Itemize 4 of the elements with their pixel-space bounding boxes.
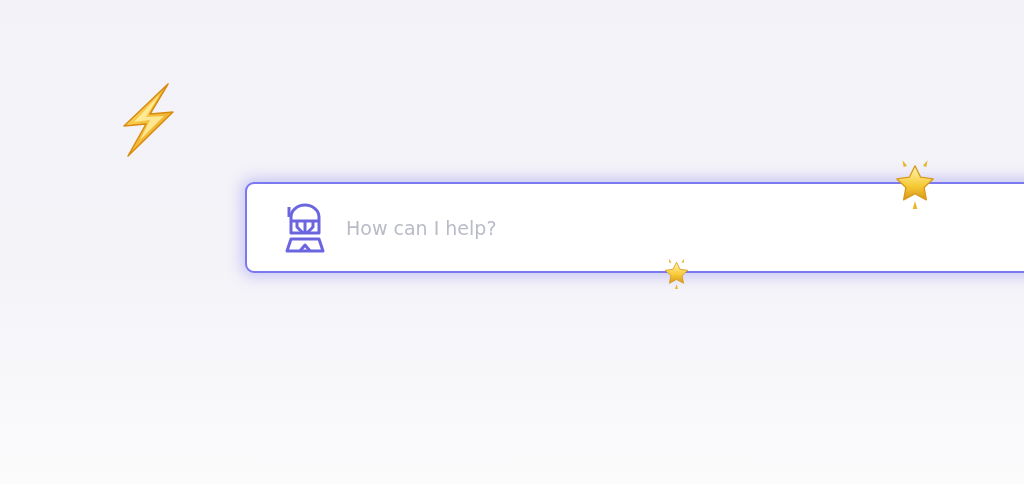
- sparkle-star-icon: [662, 258, 691, 289]
- search-field[interactable]: How can I help?: [245, 182, 1024, 273]
- lightning-icon: [120, 82, 176, 158]
- helmet-icon: [283, 203, 327, 253]
